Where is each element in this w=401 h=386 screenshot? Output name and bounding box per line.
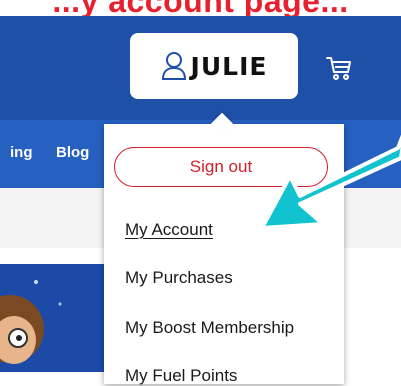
annotation-arrow: [260, 134, 401, 230]
